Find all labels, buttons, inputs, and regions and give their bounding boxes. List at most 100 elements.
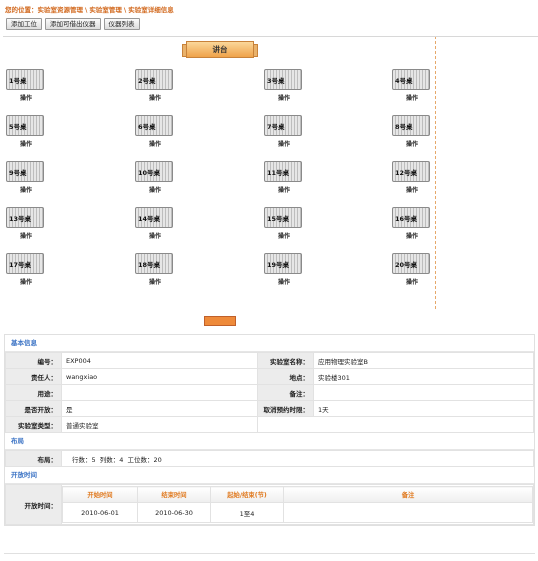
desk-label[interactable]: 18号桌 (135, 253, 173, 274)
layout-table: 布局： 行数：5 列数：4 工位数：20 (5, 450, 534, 467)
instrument-list-button[interactable]: 仪器列表 (103, 18, 140, 30)
type-value: 普通实验室 (61, 416, 258, 433)
col-end: 结束时间 (137, 486, 211, 503)
add-station-button[interactable]: 添加工位 (6, 18, 42, 30)
id-value: EXP004 (61, 352, 258, 369)
info-panel: 基本信息 编号： EXP004 实验室名称： 应用物理实验室B 责任人： wan… (4, 334, 535, 526)
desk-8[interactable]: 8号桌操作 (392, 115, 432, 148)
desk-label[interactable]: 20号桌 (392, 253, 430, 274)
desk-operate-link[interactable]: 操作 (135, 277, 175, 286)
desk-operate-link[interactable]: 操作 (264, 231, 304, 240)
layout-value: 行数：5 列数：4 工位数：20 (61, 450, 534, 467)
desk-operate-link[interactable]: 操作 (392, 93, 432, 102)
desk-13[interactable]: 13号桌操作 (6, 207, 46, 240)
open-value: 是 (61, 400, 258, 417)
remark-value (313, 384, 534, 401)
desk-18[interactable]: 18号桌操作 (135, 253, 175, 286)
desk-operate-link[interactable]: 操作 (6, 185, 46, 194)
col-remark: 备注 (283, 486, 533, 503)
desk-label[interactable]: 1号桌 (6, 69, 44, 90)
desk-11[interactable]: 11号桌操作 (264, 161, 304, 194)
basic-info-table: 编号： EXP004 实验室名称： 应用物理实验室B 责任人： wangxiao… (5, 352, 534, 433)
desk-operate-link[interactable]: 操作 (6, 231, 46, 240)
breadcrumb-separator: \ (123, 6, 127, 14)
cancel-limit-label: 取消预约时限： (257, 400, 314, 417)
desk-label[interactable]: 14号桌 (135, 207, 173, 228)
desk-operate-link[interactable]: 操作 (135, 93, 175, 102)
open-time-label: 开放时间： (5, 484, 62, 525)
lab-room-layout: 讲台 1号桌 操作 2号桌 操作 3号桌 操作 4号桌 操作 5号桌 操作 6号桌 操作 7号桌 操作 8号… (3, 36, 538, 309)
desk-label[interactable]: 17号桌 (6, 253, 44, 274)
desk-5[interactable]: 5号桌操作 (6, 115, 46, 148)
desk-14[interactable]: 14号桌操作 (135, 207, 175, 240)
cancel-limit-value: 1天 (313, 400, 534, 417)
desk-operate-link[interactable]: 操作 (392, 139, 432, 148)
desk-operate-link[interactable]: 操作 (264, 185, 304, 194)
desk-12[interactable]: 12号桌操作 (392, 161, 432, 194)
desk-3[interactable]: 3号桌操作 (264, 69, 304, 102)
desk-operate-link[interactable]: 操作 (6, 277, 46, 286)
desk-label[interactable]: 6号桌 (135, 115, 173, 136)
desk-2[interactable]: 2号桌操作 (135, 69, 175, 102)
desk-operate-link[interactable]: 操作 (135, 231, 175, 240)
breadcrumb-item[interactable]: 实验室管理 (89, 6, 122, 14)
desk-operate-link[interactable]: 操作 (392, 277, 432, 286)
desk-operate-link[interactable]: 操作 (264, 93, 304, 102)
desk-7[interactable]: 7号桌操作 (264, 115, 304, 148)
desk-20[interactable]: 20号桌操作 (392, 253, 432, 286)
desk-9[interactable]: 9号桌操作 (6, 161, 46, 194)
podium: 讲台 (182, 41, 258, 58)
desk-operate-link[interactable]: 操作 (6, 93, 46, 102)
open-time-table: 开放时间： 开始时间 结束时间 起始/结束(节) 备注 2010-06-01 2… (5, 484, 534, 525)
desk-operate-link[interactable]: 操作 (392, 231, 432, 240)
start-date: 2010-06-01 (62, 502, 138, 523)
desk-label[interactable]: 3号桌 (264, 69, 302, 90)
save-layout-button[interactable] (204, 316, 236, 326)
breadcrumb-item[interactable]: 实验室资源管理 (38, 6, 84, 14)
desk-label[interactable]: 5号桌 (6, 115, 44, 136)
name-label: 实验室名称： (257, 352, 314, 369)
desk-16[interactable]: 16号桌操作 (392, 207, 432, 240)
desk-label[interactable]: 19号桌 (264, 253, 302, 274)
desk-label[interactable]: 8号桌 (392, 115, 430, 136)
desk-label[interactable]: 16号桌 (392, 207, 430, 228)
desk-operate-link[interactable]: 操作 (135, 139, 175, 148)
desk-operate-link[interactable]: 操作 (6, 139, 46, 148)
remark-label: 备注： (257, 384, 314, 401)
desk-label[interactable]: 4号桌 (392, 69, 430, 90)
type-label: 实验室类型： (5, 416, 62, 433)
footer-divider (4, 553, 535, 554)
toolbar: 添加工位 添加可借出仪器 仪器列表 (6, 18, 140, 30)
name-value: 应用物理实验室B (313, 352, 534, 369)
desk-label[interactable]: 15号桌 (264, 207, 302, 228)
section-title-open-time: 开放时间 (5, 467, 534, 484)
period: 1至4 (210, 502, 284, 523)
desk-17[interactable]: 17号桌操作 (6, 253, 46, 286)
desk-label[interactable]: 2号桌 (135, 69, 173, 90)
breadcrumb-prefix: 您的位置： (5, 6, 38, 14)
desk-operate-link[interactable]: 操作 (392, 185, 432, 194)
col-start: 开始时间 (62, 486, 138, 503)
breadcrumb-item: 实验室详细信息 (128, 6, 174, 14)
usage-label: 用途： (5, 384, 62, 401)
desk-label[interactable]: 7号桌 (264, 115, 302, 136)
desk-10[interactable]: 10号桌操作 (135, 161, 175, 194)
desk-6[interactable]: 6号桌操作 (135, 115, 175, 148)
desk-1[interactable]: 1号桌操作 (6, 69, 46, 102)
col-period: 起始/结束(节) (210, 486, 284, 503)
desk-operate-link[interactable]: 操作 (264, 277, 304, 286)
section-title-layout: 布局 (5, 433, 534, 450)
desk-label[interactable]: 9号桌 (6, 161, 44, 182)
desk-4[interactable]: 4号桌操作 (392, 69, 432, 102)
desk-15[interactable]: 15号桌操作 (264, 207, 304, 240)
desk-19[interactable]: 19号桌操作 (264, 253, 304, 286)
desk-label[interactable]: 12号桌 (392, 161, 430, 182)
desk-label[interactable]: 11号桌 (264, 161, 302, 182)
owner-value: wangxiao (61, 368, 258, 385)
desk-operate-link[interactable]: 操作 (135, 185, 175, 194)
breadcrumb-separator: \ (85, 6, 88, 14)
desk-operate-link[interactable]: 操作 (264, 139, 304, 148)
desk-label[interactable]: 13号桌 (6, 207, 44, 228)
desk-label[interactable]: 10号桌 (135, 161, 173, 182)
add-instrument-button[interactable]: 添加可借出仪器 (45, 18, 101, 30)
